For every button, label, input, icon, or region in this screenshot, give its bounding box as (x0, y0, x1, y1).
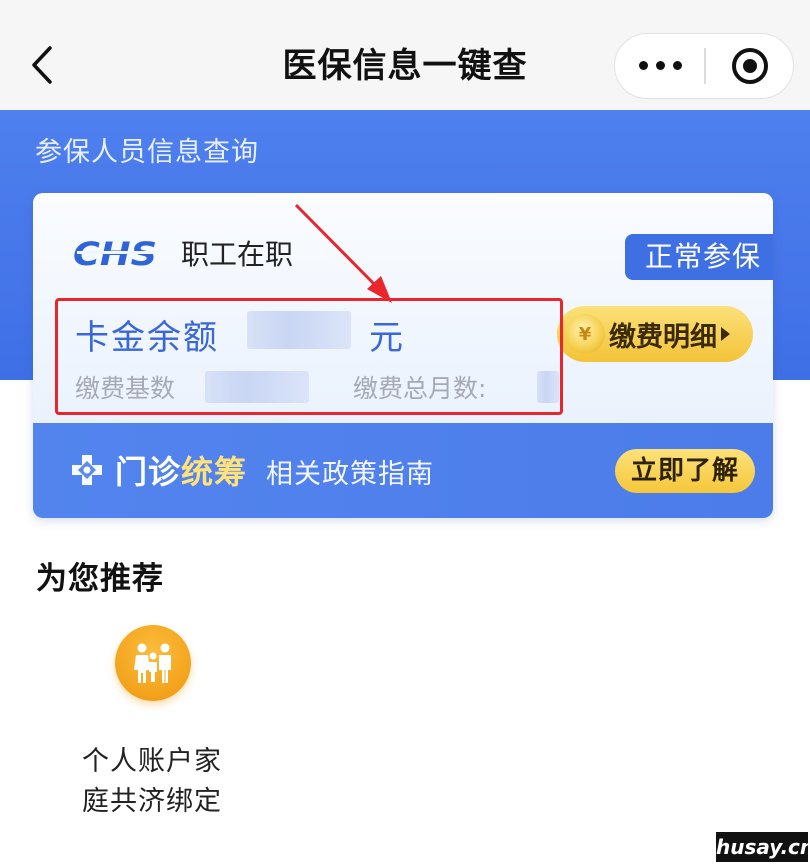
card-info-area: CHS 职工在职 正常参保 卡金余额 元 缴费基数 缴费总月数: ¥ 缴费明细 (33, 193, 773, 423)
family-figure (134, 643, 171, 683)
payment-detail-label: 缴费明细 (609, 321, 717, 353)
recommend-item-label-line1: 个人账户家 (82, 746, 222, 777)
payment-detail-button[interactable]: ¥ 缴费明细 (557, 306, 753, 362)
employment-type: 职工在职 (181, 238, 294, 271)
recommend-title: 为您推荐 (36, 561, 164, 597)
insurance-card: CHS 职工在职 正常参保 卡金余额 元 缴费基数 缴费总月数: ¥ 缴费明细 … (33, 193, 773, 518)
recommend-item-label: 个人账户家 庭共济绑定 (72, 742, 232, 822)
section-title: 参保人员信息查询 (35, 137, 259, 168)
highlight-annotation-box (55, 298, 563, 415)
outpatient-title: 门诊统筹 (115, 447, 247, 493)
outpatient-title-part2: 统筹 (181, 453, 248, 491)
learn-more-button[interactable]: 立即了解 (615, 449, 755, 493)
status-badge: 正常参保 (625, 234, 773, 280)
policy-guide-text: 相关政策指南 (266, 459, 434, 490)
medical-cross-icon (72, 455, 102, 485)
watermark: husay.cn (716, 832, 810, 862)
coin-icon: ¥ (565, 314, 605, 354)
chs-logo-icon: CHS (73, 235, 157, 271)
outpatient-banner[interactable]: 门诊统筹 相关政策指南 立即了解 (33, 423, 773, 518)
recommend-item-family-account[interactable]: 个人账户家 庭共济绑定 (72, 620, 232, 830)
caret-right-icon (721, 327, 730, 341)
outpatient-title-part1: 门诊 (115, 453, 182, 491)
family-icon (115, 625, 191, 701)
recommend-item-label-line2: 庭共济绑定 (82, 786, 222, 817)
